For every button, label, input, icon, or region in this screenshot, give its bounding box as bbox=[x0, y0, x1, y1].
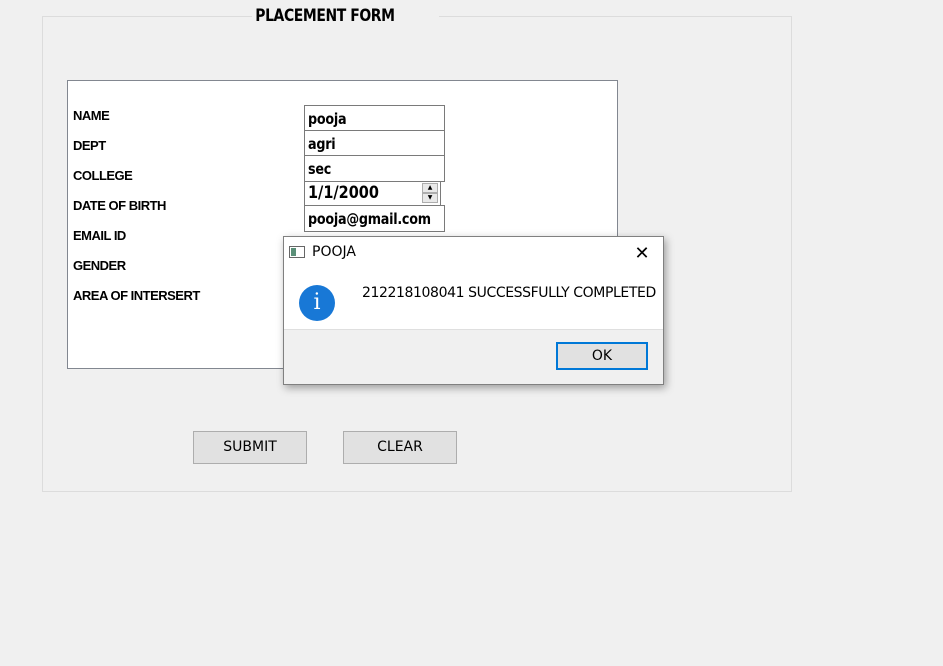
dept-label: DEPT bbox=[73, 138, 106, 153]
email-value: pooja@gmail.com bbox=[308, 210, 431, 228]
dob-label: DATE OF BIRTH bbox=[73, 198, 166, 213]
ok-button[interactable]: OK bbox=[556, 342, 648, 370]
dialog-title: POOJA bbox=[312, 244, 356, 260]
close-icon[interactable]: ✕ bbox=[629, 242, 655, 264]
spinner-buttons: ▲ ▼ bbox=[422, 183, 438, 204]
dialog-title-bar: POOJA ✕ bbox=[284, 237, 663, 269]
interest-label: AREA OF INTERSERT bbox=[73, 288, 200, 303]
app-window-icon bbox=[289, 246, 305, 258]
email-label: EMAIL ID bbox=[73, 228, 126, 243]
submit-button[interactable]: SUBMIT bbox=[193, 431, 307, 464]
message-dialog: POOJA ✕ i 212218108041 SUCCESSFULLY COMP… bbox=[283, 236, 664, 385]
name-field[interactable]: pooja bbox=[304, 105, 445, 132]
college-value: sec bbox=[308, 160, 332, 178]
dob-spinner[interactable]: 1/1/2000 ▲ ▼ bbox=[304, 181, 441, 206]
email-field[interactable]: pooja@gmail.com bbox=[304, 205, 445, 232]
dialog-message: 212218108041 SUCCESSFULLY COMPLETED bbox=[362, 285, 656, 301]
dept-value: agri bbox=[308, 135, 336, 153]
college-field[interactable]: sec bbox=[304, 155, 445, 182]
college-label: COLLEGE bbox=[73, 168, 133, 183]
gender-label: GENDER bbox=[73, 258, 126, 273]
info-icon: i bbox=[299, 285, 335, 321]
spin-down-icon[interactable]: ▼ bbox=[422, 193, 438, 203]
dob-value: 1/1/2000 bbox=[308, 183, 379, 203]
name-label: NAME bbox=[73, 108, 110, 123]
spin-up-icon[interactable]: ▲ bbox=[422, 183, 438, 193]
dept-field[interactable]: agri bbox=[304, 130, 445, 157]
name-value: pooja bbox=[308, 110, 347, 128]
clear-button[interactable]: CLEAR bbox=[343, 431, 457, 464]
form-title: PLACEMENT FORM bbox=[252, 6, 439, 26]
dialog-footer: OK bbox=[284, 329, 663, 384]
